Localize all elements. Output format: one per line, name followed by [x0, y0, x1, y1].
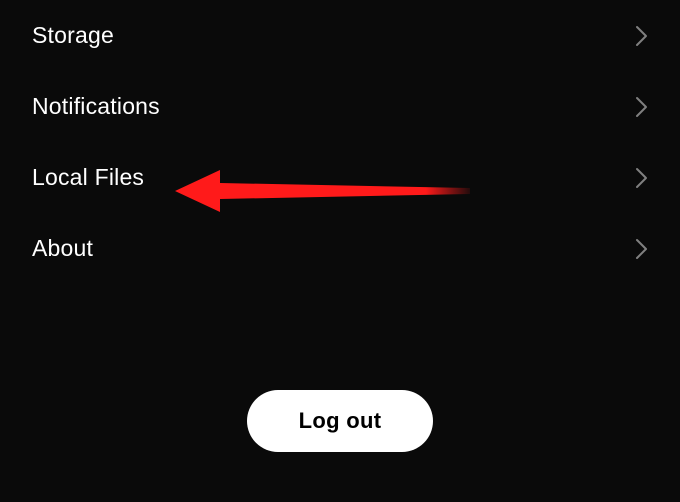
settings-item-label: About	[32, 235, 93, 262]
settings-item-label: Notifications	[32, 93, 160, 120]
settings-item-about[interactable]: About	[0, 213, 680, 284]
settings-item-label: Storage	[32, 22, 114, 49]
settings-item-storage[interactable]: Storage	[0, 0, 680, 71]
settings-list: Storage Notifications Local Files About	[0, 0, 680, 284]
settings-item-label: Local Files	[32, 164, 144, 191]
logout-wrapper: Log out	[0, 390, 680, 452]
settings-item-notifications[interactable]: Notifications	[0, 71, 680, 142]
chevron-right-icon	[634, 95, 650, 119]
chevron-right-icon	[634, 24, 650, 48]
chevron-right-icon	[634, 166, 650, 190]
logout-button[interactable]: Log out	[247, 390, 434, 452]
settings-item-local-files[interactable]: Local Files	[0, 142, 680, 213]
chevron-right-icon	[634, 237, 650, 261]
